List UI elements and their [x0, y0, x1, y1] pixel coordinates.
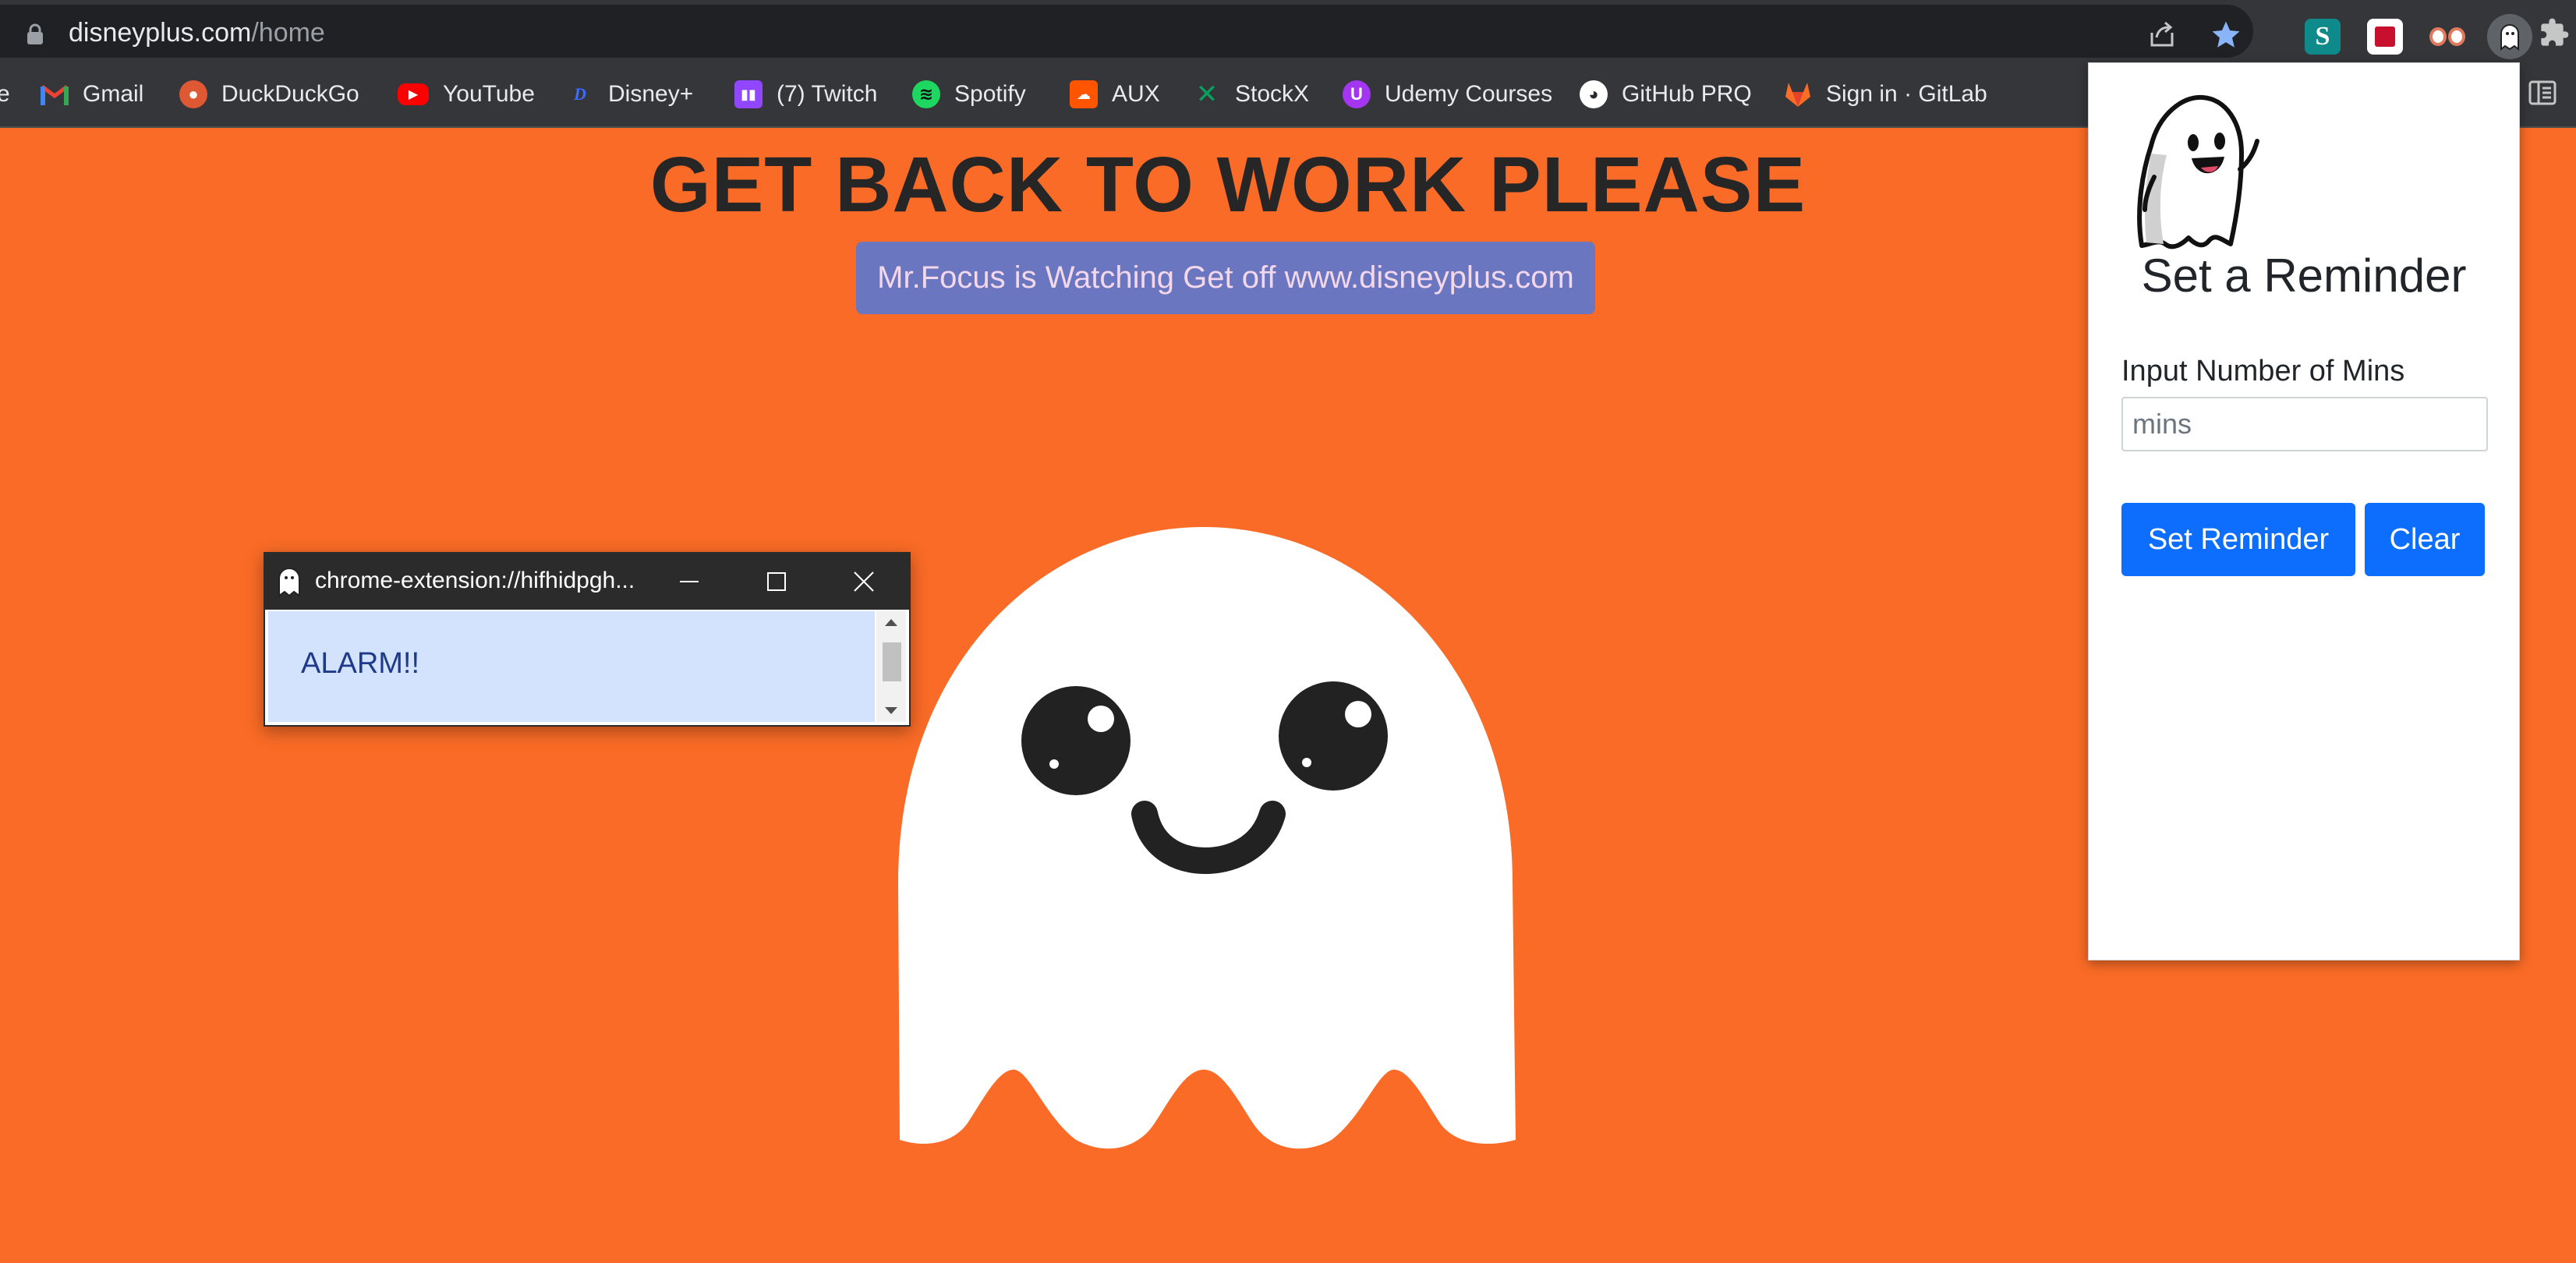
extensions-tray: S [2280, 6, 2576, 59]
bookmark-stockx[interactable]: ✕ StockX [1193, 78, 1309, 111]
bookmark-spotify[interactable]: ≋ Spotify [912, 78, 1026, 111]
duckduckgo-icon: ● [179, 80, 207, 108]
close-icon [854, 571, 874, 592]
extension-popup: Set a Reminder Input Number of Mins Set … [2088, 62, 2520, 961]
popup-title: Set a Reminder [2141, 249, 2467, 302]
maximize-button[interactable] [733, 554, 820, 610]
scroll-up-arrow-icon[interactable] [884, 617, 898, 627]
scrollbar[interactable] [876, 611, 906, 722]
url-text[interactable]: disneyplus.com/home [69, 18, 325, 48]
window-title: chrome-extension://hifhidpgh... [315, 568, 635, 593]
bookmark-label: StockX [1235, 81, 1310, 107]
bookmark-gitlab[interactable]: Sign in · GitLab [1784, 78, 1987, 111]
mins-input-label: Input Number of Mins [2121, 355, 2405, 387]
ghost-mascot-image [898, 527, 1516, 1149]
waving-ghost-icon [2137, 94, 2259, 249]
bookmark-label: AUX [1112, 81, 1160, 107]
extensions-puzzle-icon[interactable] [2539, 17, 2570, 48]
spotify-icon: ≋ [912, 80, 940, 108]
gitlab-icon [1784, 80, 1812, 108]
github-icon: ◕ [1580, 80, 1608, 108]
bookmark-star-icon[interactable] [2210, 19, 2242, 51]
extension-s-icon[interactable]: S [2305, 19, 2341, 55]
bookmark-duckduckgo[interactable]: ● DuckDuckGo [179, 78, 359, 111]
youtube-icon: ▶ [398, 83, 429, 105]
udemy-icon: U [1343, 80, 1371, 108]
bookmark-label: (7) Twitch [777, 81, 878, 107]
url-host: disneyplus.com [69, 18, 252, 48]
bookmark-disney[interactable]: D Disney+ [566, 78, 693, 111]
close-button[interactable] [820, 554, 908, 610]
bookmark-youtube[interactable]: ▶ YouTube [398, 78, 535, 111]
clear-button[interactable]: Clear [2365, 503, 2485, 576]
bookmark-label: Disney+ [608, 81, 694, 107]
mins-input[interactable] [2121, 397, 2488, 451]
alarm-message: ALARM!! [301, 647, 420, 680]
bookmark-label: Udemy Courses [1385, 81, 1553, 107]
share-icon[interactable] [2147, 20, 2177, 50]
minimize-icon [680, 581, 699, 582]
minimize-button[interactable] [646, 554, 733, 610]
alarm-message-area: ALARM!! [268, 611, 875, 722]
alarm-popup-window: chrome-extension://hifhidpgh... ALARM!! [264, 552, 911, 727]
url-path: /home [251, 18, 325, 48]
scroll-down-arrow-icon[interactable] [884, 706, 898, 716]
bookmark-github[interactable]: ◕ GitHub PRQ [1580, 78, 1752, 111]
lock-icon[interactable] [27, 23, 44, 45]
stockx-icon: ✕ [1195, 80, 1219, 109]
bookmark-udemy[interactable]: U Udemy Courses [1343, 78, 1552, 111]
twitch-icon: ▮▮ [734, 80, 763, 108]
bookmark-aux[interactable]: ☁ AUX [1070, 78, 1160, 111]
extension-mcafee-icon[interactable] [2367, 19, 2403, 55]
maximize-icon [767, 572, 786, 591]
ghost-app-icon [278, 568, 300, 597]
soundcloud-icon: ☁ [1070, 80, 1098, 108]
bookmark-label: YouTube [443, 81, 535, 107]
bookmark-label: Spotify [954, 81, 1026, 107]
bookmark-label: Sign in · GitLab [1826, 81, 1987, 107]
warning-banner-text: Mr.Focus is Watching Get off www.disneyp… [877, 260, 1574, 295]
window-titlebar[interactable]: chrome-extension://hifhidpgh... [265, 554, 909, 610]
set-reminder-button[interactable]: Set Reminder [2121, 503, 2355, 576]
warning-banner: Mr.Focus is Watching Get off www.disneyp… [856, 242, 1595, 314]
disney-icon: D [574, 84, 586, 104]
extension-ghost-icon[interactable] [2487, 14, 2532, 59]
bookmark-item[interactable]: e [0, 78, 10, 111]
extension-owl-icon[interactable] [2429, 19, 2465, 55]
scrollbar-thumb[interactable] [883, 642, 901, 681]
bookmark-label: e [0, 81, 10, 107]
bookmark-twitch[interactable]: ▮▮ (7) Twitch [734, 78, 877, 111]
omnibox[interactable]: disneyplus.com/home [0, 5, 2253, 58]
bookmark-label: GitHub PRQ [1622, 81, 1752, 107]
bookmark-label: Gmail [83, 81, 144, 107]
gmail-icon [41, 80, 69, 108]
browser-toolbar: disneyplus.com/home S [0, 0, 2576, 62]
bookmark-label: DuckDuckGo [221, 81, 359, 107]
bookmark-gmail[interactable]: Gmail [41, 78, 143, 111]
reading-list-icon[interactable] [2528, 78, 2557, 108]
